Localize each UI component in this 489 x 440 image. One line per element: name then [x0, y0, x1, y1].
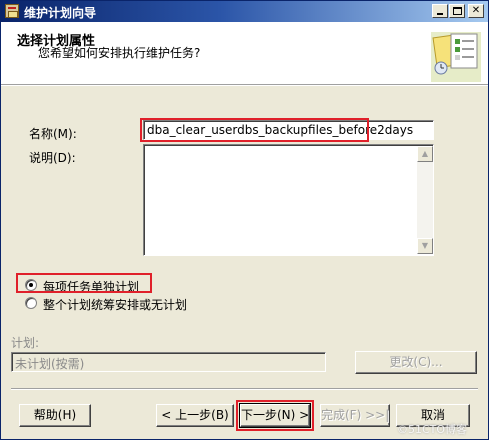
schedule-field: 未计划(按需) — [11, 352, 326, 372]
help-button[interactable]: 帮助(H) — [19, 404, 91, 427]
next-highlight-box — [236, 400, 314, 431]
radio-label-single-schedule[interactable]: 整个计划统筹安排或无计划 — [43, 296, 187, 313]
header-separator — [1, 85, 488, 86]
title-bar[interactable]: 维护计划向导 ✕ — [1, 1, 488, 22]
arrow-down-icon: ▼ — [421, 241, 429, 250]
wizard-header: 选择计划属性 您希望如何安排执行维护任务? — [1, 22, 488, 85]
close-button[interactable]: ✕ — [468, 4, 484, 18]
close-icon: ✕ — [471, 5, 481, 16]
radio-highlight-box — [16, 273, 152, 293]
page-subtitle: 您希望如何安排执行维护任务? — [38, 46, 201, 60]
watermark: ©51CTO博客 — [397, 423, 468, 436]
description-scrollbar[interactable]: ▲ ▼ — [417, 146, 433, 254]
maximize-icon — [453, 7, 462, 15]
wizard-folder-checklist-icon — [431, 32, 481, 82]
name-highlight-box — [140, 118, 369, 142]
window-title: 维护计划向导 — [24, 6, 97, 20]
name-label: 名称(M): — [29, 127, 77, 141]
maintenance-plan-wizard-window: 维护计划向导 ✕ 选择计划属性 您希望如何安排执行维护任务? 名称(M): db… — [0, 0, 489, 440]
arrow-up-icon: ▲ — [421, 149, 429, 158]
footer-separator — [11, 388, 478, 390]
description-textarea[interactable] — [143, 144, 434, 256]
finish-button[interactable]: 完成(F) >>| — [320, 404, 390, 427]
description-label: 说明(D): — [29, 151, 76, 165]
minimize-button[interactable] — [432, 4, 448, 18]
back-button[interactable]: < 上一步(B) — [156, 404, 234, 427]
maximize-button[interactable] — [449, 4, 465, 18]
schedule-label: 计划: — [11, 336, 40, 350]
radio-single-schedule[interactable] — [25, 297, 37, 309]
scroll-down-button[interactable]: ▼ — [417, 238, 433, 254]
change-schedule-button[interactable]: 更改(C)... — [355, 351, 477, 374]
app-icon — [5, 4, 19, 18]
minimize-icon — [437, 13, 443, 15]
scroll-up-button[interactable]: ▲ — [417, 146, 433, 162]
